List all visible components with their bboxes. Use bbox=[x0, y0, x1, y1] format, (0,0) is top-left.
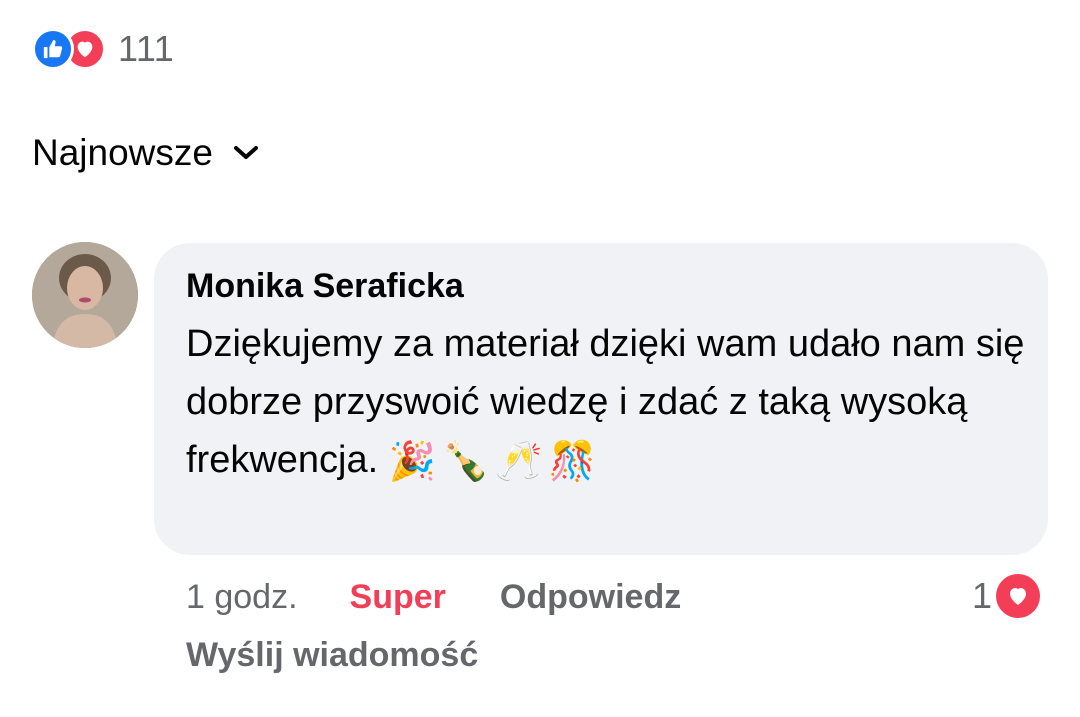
sort-dropdown[interactable]: Najnowsze bbox=[32, 132, 259, 174]
super-reaction-button[interactable]: Super bbox=[350, 578, 446, 617]
avatar-photo bbox=[32, 242, 138, 348]
comment-bubble: Monika Seraficka Dziękujemy za materiał … bbox=[154, 243, 1048, 555]
clinking-glasses-emoji: 🥂 bbox=[495, 440, 543, 483]
confetti-ball-emoji: 🎊 bbox=[548, 440, 597, 483]
comment-text: Dziękujemy za materiał dzięki wam udało … bbox=[186, 323, 1025, 481]
sort-label: Najnowsze bbox=[32, 132, 213, 173]
comment-reaction-count: 1 bbox=[972, 575, 993, 616]
send-message-button[interactable]: Wyślij wiadomość bbox=[186, 636, 478, 675]
comments-view: 111 Najnowsze Monika Seraficka Dziękujem… bbox=[0, 0, 1080, 717]
comment-body: Dziękujemy za materiał dzięki wam udało … bbox=[186, 315, 1026, 491]
avatar[interactable] bbox=[32, 242, 138, 348]
comment-reactions[interactable]: 1 bbox=[972, 574, 1041, 618]
chevron-down-icon bbox=[233, 144, 259, 162]
comment-actions: 1 godz. Super Odpowiedz bbox=[186, 578, 681, 617]
party-popper-emoji: 🎉 bbox=[388, 440, 437, 483]
reaction-count: 111 bbox=[118, 28, 175, 69]
reply-button[interactable]: Odpowiedz bbox=[500, 578, 681, 617]
comment-timestamp[interactable]: 1 godz. bbox=[186, 578, 298, 617]
comment-author[interactable]: Monika Seraficka bbox=[186, 267, 1016, 305]
champagne-bottle-emoji: 🍾 bbox=[442, 440, 490, 483]
post-reactions-summary[interactable]: 111 bbox=[32, 28, 174, 70]
love-icon bbox=[996, 574, 1041, 618]
comment-emojis: 🎉 🍾 🥂 🎊 bbox=[389, 433, 596, 491]
like-icon bbox=[32, 28, 74, 70]
